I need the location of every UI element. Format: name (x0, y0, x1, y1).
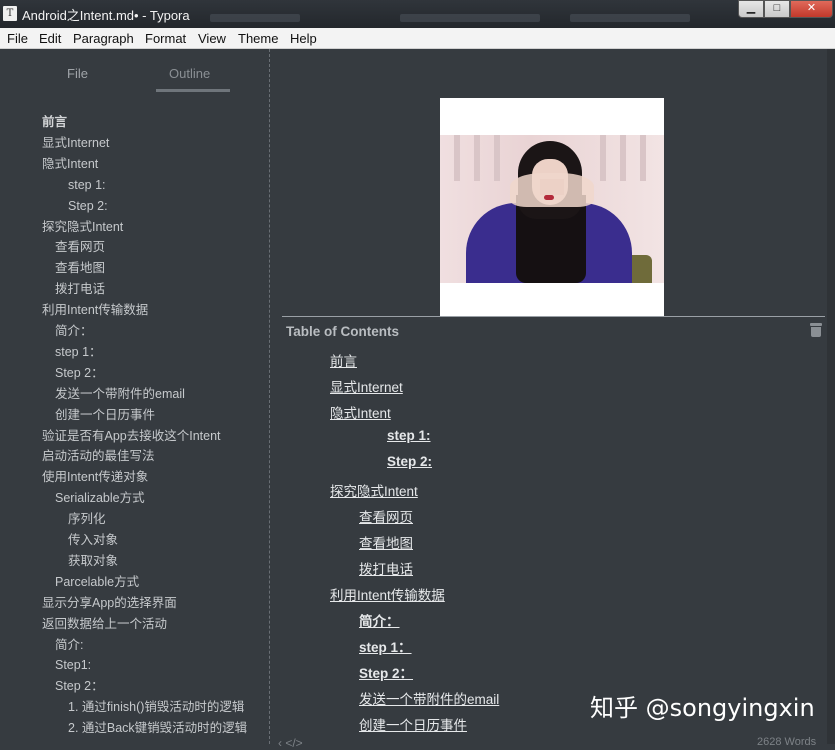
menu-theme[interactable]: Theme (238, 31, 278, 46)
outline-item[interactable]: 传入对象 (68, 530, 118, 551)
zhihu-watermark: 知乎 @songyingxin (590, 694, 815, 722)
menu-edit[interactable]: Edit (39, 31, 61, 46)
outline-item[interactable]: step 1： (55, 342, 102, 363)
toc-link[interactable]: 创建一个日历事件 (359, 714, 467, 734)
toc-heading: Table of Contents (286, 324, 399, 339)
outline-item[interactable]: Step 2： (55, 363, 104, 384)
outline-item[interactable]: 获取对象 (68, 551, 118, 572)
outline-item[interactable]: Step 2： (55, 676, 104, 697)
menu-bar: File Edit Paragraph Format View Theme He… (0, 28, 835, 49)
outline-item[interactable]: Step 2: (68, 196, 108, 217)
trash-icon[interactable] (810, 323, 822, 337)
embedded-image[interactable] (440, 98, 664, 316)
toc-link[interactable]: step 1: (387, 428, 431, 443)
outline-item[interactable]: 简介： (55, 321, 93, 342)
photo-girl-heart-hands (440, 135, 664, 283)
outline-item[interactable]: 前言 (42, 112, 67, 133)
word-count[interactable]: 2628 Words (757, 736, 816, 748)
tab-file[interactable]: File (67, 66, 88, 81)
toc-link[interactable]: 隐式Intent (330, 402, 391, 422)
outline-item[interactable]: 拨打电话 (55, 279, 105, 300)
outline-item[interactable]: 隐式Intent (42, 154, 98, 175)
outline-item[interactable]: 显式Internet (42, 133, 109, 154)
outline-item[interactable]: 利用Intent传输数据 (42, 300, 148, 321)
toc-link[interactable]: step 1： (359, 636, 412, 656)
outline-item[interactable]: 验证是否有App去接收这个Intent (42, 426, 221, 447)
close-button[interactable]: ✕ (790, 0, 833, 18)
menu-format[interactable]: Format (145, 31, 186, 46)
outline-item[interactable]: 探究隐式Intent (42, 217, 123, 238)
window-title: Android之Intent.md• - Typora (22, 8, 190, 23)
toc-link[interactable]: 利用Intent传输数据 (330, 584, 445, 604)
sidebar: File Outline 前言 显式Internet 隐式Intent step 1:… (0, 49, 270, 744)
outline-item[interactable]: 查看地图 (55, 258, 105, 279)
toc-link[interactable]: Step 2: (387, 454, 432, 469)
outline-item[interactable]: 创建一个日历事件 (55, 405, 155, 426)
outline-item[interactable]: 使用Intent传递对象 (42, 467, 148, 488)
footer-source-toggle[interactable]: ‹ </> (278, 736, 303, 750)
title-bar: T Android之Intent.md• - Typora ▁ □ ✕ (0, 0, 835, 28)
outline-item[interactable]: 返回数据给上一个活动 (42, 614, 167, 635)
typora-app-icon: T (3, 6, 17, 21)
toc-link[interactable]: 查看地图 (359, 532, 413, 552)
outline-item[interactable]: 显示分享App的选择界面 (42, 593, 177, 614)
toc-link[interactable]: 前言 (330, 350, 357, 370)
toc-link[interactable]: 探究隐式Intent (330, 480, 418, 500)
outline-item[interactable]: 查看网页 (55, 237, 105, 258)
menu-view[interactable]: View (198, 31, 226, 46)
outline-item[interactable]: 启动活动的最佳写法 (42, 446, 155, 467)
toc-link[interactable]: 简介： (359, 610, 400, 630)
toc-link[interactable]: 查看网页 (359, 506, 413, 526)
toc-link[interactable]: 拨打电话 (359, 558, 413, 578)
outline-item[interactable]: 简介: (55, 635, 83, 656)
toc-divider (282, 316, 825, 317)
minimize-button[interactable]: ▁ (738, 0, 764, 18)
toc-link[interactable]: 显式Internet (330, 376, 403, 396)
outline-item[interactable]: 发送一个带附件的email (55, 384, 185, 405)
toc-link[interactable]: Step 2： (359, 662, 413, 682)
maximize-button[interactable]: □ (764, 0, 790, 18)
menu-file[interactable]: File (7, 31, 28, 46)
outline-item[interactable]: Parcelable方式 (55, 572, 139, 593)
outline-item[interactable]: 序列化 (68, 509, 106, 530)
scrollbar-track[interactable] (827, 49, 835, 744)
outline-item[interactable]: Serializable方式 (55, 488, 145, 509)
outline-item[interactable]: 1. 通过finish()销毁活动时的逻辑 (68, 697, 244, 718)
outline-item[interactable]: Step1: (55, 655, 91, 676)
outline-item[interactable]: 2. 通过Back键销毁活动时的逻辑 (68, 718, 247, 739)
tab-outline[interactable]: Outline (169, 66, 210, 81)
background-window-blur (210, 10, 730, 24)
active-tab-indicator (156, 89, 230, 92)
menu-help[interactable]: Help (290, 31, 317, 46)
outline-item[interactable]: step 1: (68, 175, 106, 196)
toc-link[interactable]: 发送一个带附件的email (359, 688, 499, 708)
menu-paragraph[interactable]: Paragraph (73, 31, 134, 46)
